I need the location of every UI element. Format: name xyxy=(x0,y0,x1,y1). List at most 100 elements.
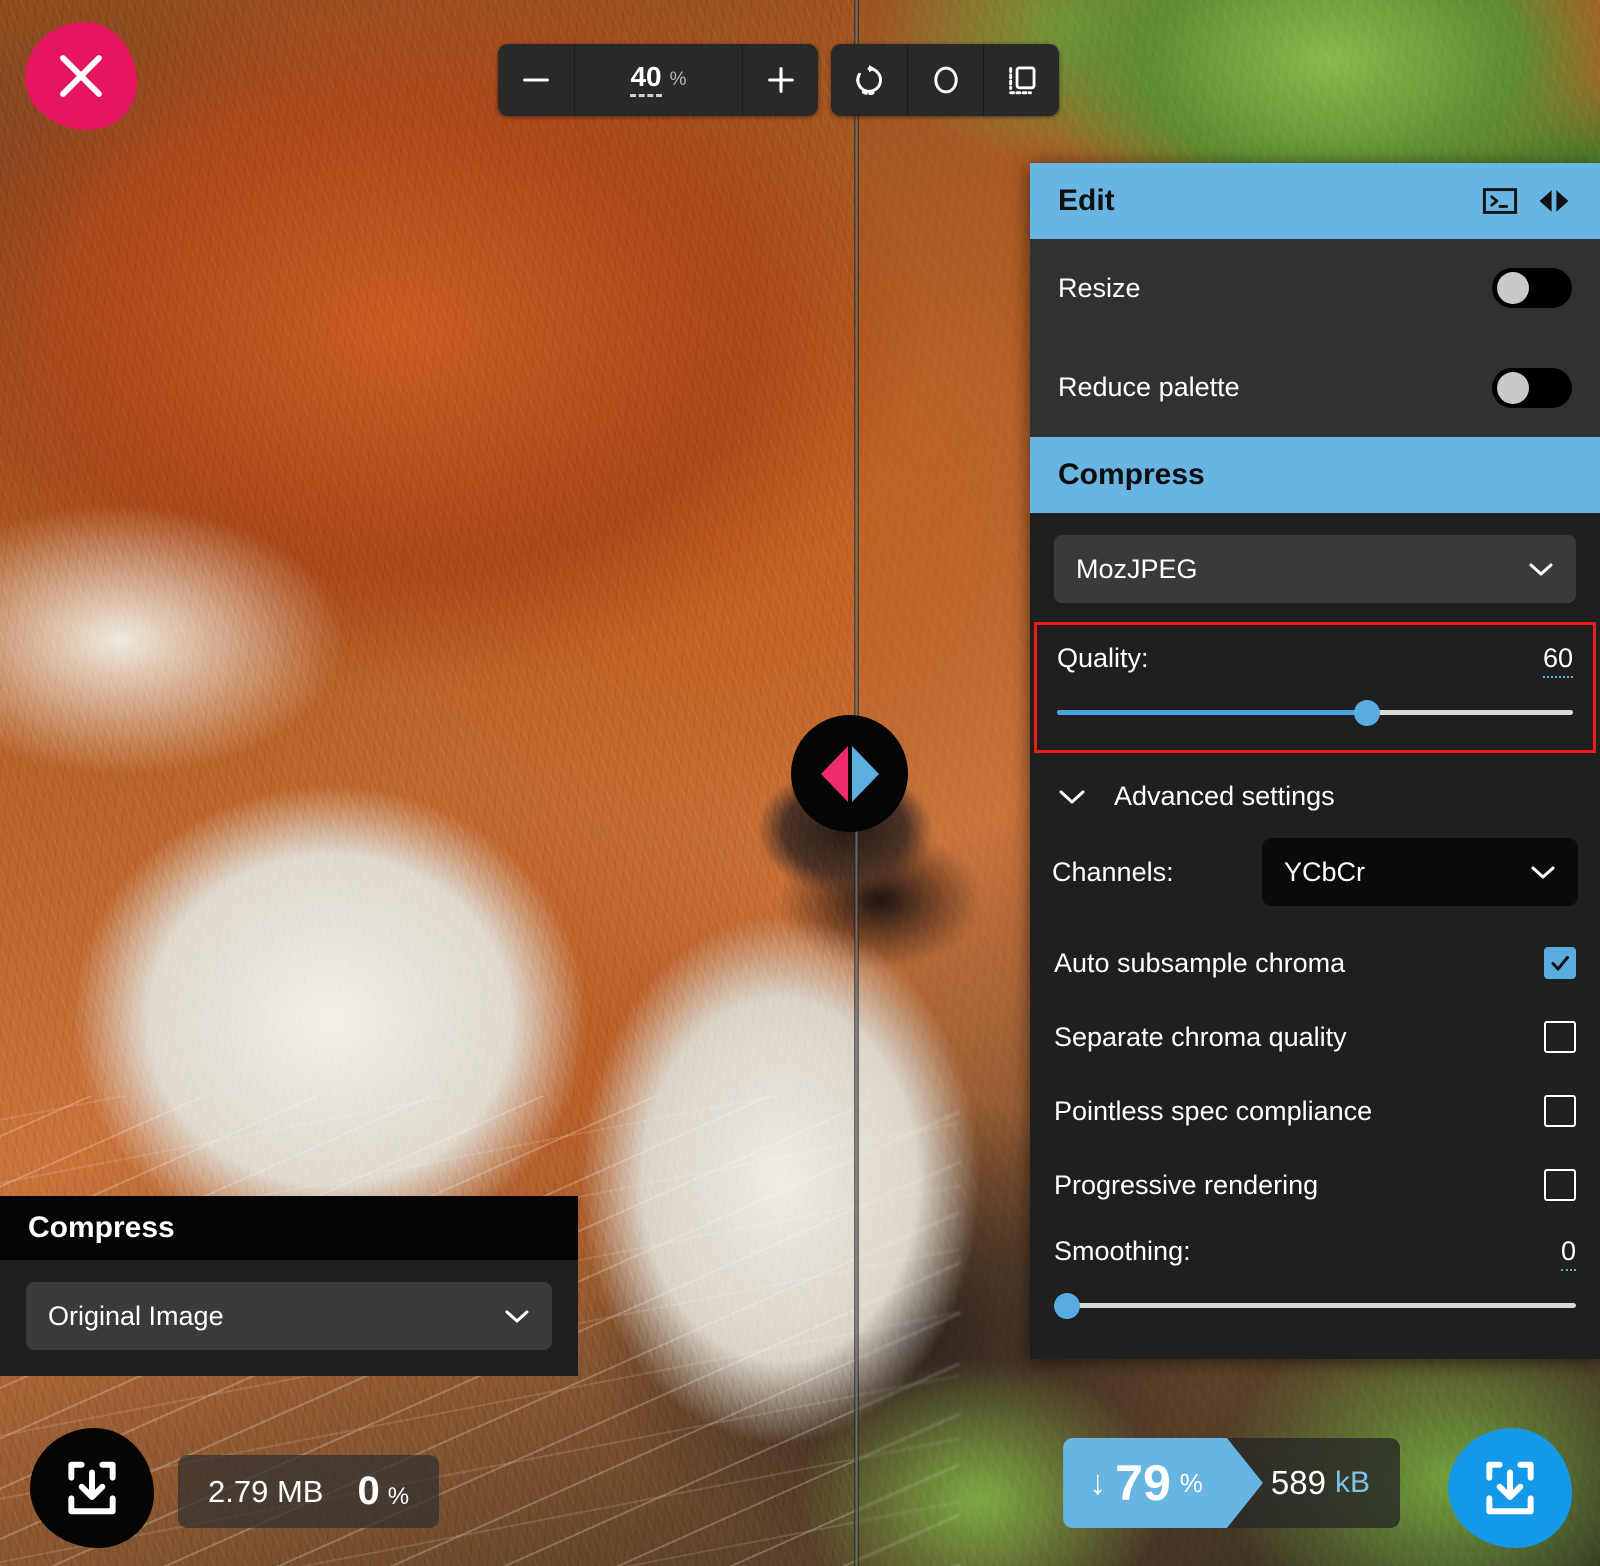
download-compressed-button[interactable] xyxy=(1448,1428,1572,1548)
rotate-button[interactable] xyxy=(831,44,907,116)
zoom-level-unit: % xyxy=(670,69,687,91)
auto-subsample-chroma-label: Auto subsample chroma xyxy=(1054,948,1345,979)
compression-savings-badge: ↓ 79 % xyxy=(1063,1438,1263,1528)
original-panel-header: Compress xyxy=(0,1196,578,1260)
duplicate-icon xyxy=(1005,63,1039,97)
squoosh-app: 40 % xyxy=(0,0,1600,1566)
collapse-panel-icon xyxy=(1536,185,1572,217)
compressed-size-unit: kB xyxy=(1335,1466,1370,1500)
reduce-palette-toggle[interactable] xyxy=(1492,368,1572,408)
smoothing-label: Smoothing: xyxy=(1054,1236,1191,1267)
compression-savings-value: 79 xyxy=(1115,1454,1171,1512)
separate-chroma-quality-row[interactable]: Separate chroma quality xyxy=(1030,1000,1600,1074)
download-original-button[interactable] xyxy=(30,1428,154,1548)
smoothing-value[interactable]: 0 xyxy=(1561,1236,1576,1271)
cli-button[interactable] xyxy=(1482,185,1518,217)
channels-select[interactable]: YCbCr xyxy=(1262,838,1578,906)
edit-panel-header-actions xyxy=(1482,185,1572,217)
bottom-status-bar: 2.79 MB 0 % ↓ 79 % 589 kB xyxy=(0,1406,1600,1566)
zoom-toolbar: 40 % xyxy=(498,44,1059,116)
original-panel-body: Original Image xyxy=(0,1260,578,1376)
toggle-compare-button[interactable] xyxy=(983,44,1059,116)
chevron-down-icon xyxy=(504,1308,530,1324)
zoom-controls-group: 40 % xyxy=(498,44,818,116)
progressive-rendering-row[interactable]: Progressive rendering xyxy=(1030,1148,1600,1222)
toggle-knob xyxy=(1497,372,1529,404)
smoothing-slider[interactable] xyxy=(1054,1293,1576,1319)
advanced-settings-label: Advanced settings xyxy=(1114,781,1335,812)
channels-row: Channels: YCbCr xyxy=(1030,826,1600,926)
codec-select-wrap: MozJPEG xyxy=(1030,513,1600,603)
quality-label-row: Quality: 60 xyxy=(1057,643,1573,678)
close-icon xyxy=(54,49,108,103)
resize-option-row[interactable]: Resize xyxy=(1030,239,1600,338)
split-left-arrow-icon xyxy=(821,746,848,802)
toggle-knob xyxy=(1497,272,1529,304)
quality-value[interactable]: 60 xyxy=(1543,643,1573,678)
channels-label: Channels: xyxy=(1052,857,1238,888)
quality-setting-highlighted: Quality: 60 xyxy=(1034,622,1596,753)
download-icon xyxy=(1479,1457,1541,1519)
channels-select-value: YCbCr xyxy=(1284,857,1365,888)
chevron-down-icon xyxy=(1058,788,1086,805)
close-button[interactable] xyxy=(25,22,137,130)
down-arrow-icon: ↓ xyxy=(1089,1464,1106,1503)
original-source-select[interactable]: Original Image xyxy=(26,1282,552,1350)
smoothing-label-row: Smoothing: 0 xyxy=(1054,1236,1576,1271)
original-file-size: 2.79 MB xyxy=(208,1474,323,1510)
pointless-spec-compliance-checkbox[interactable] xyxy=(1544,1095,1576,1127)
resize-label: Resize xyxy=(1058,273,1141,304)
quality-slider[interactable] xyxy=(1057,700,1573,726)
rotate-icon xyxy=(852,63,886,97)
auto-subsample-chroma-checkbox[interactable] xyxy=(1544,947,1576,979)
check-icon xyxy=(1548,951,1572,975)
quality-label: Quality: xyxy=(1057,643,1149,674)
original-image-panel: Compress Original Image xyxy=(0,1196,578,1376)
original-delta-value: 0 xyxy=(357,1469,379,1514)
zoom-level-value[interactable]: 40 % xyxy=(574,44,742,116)
progressive-rendering-label: Progressive rendering xyxy=(1054,1170,1318,1201)
plus-icon xyxy=(764,63,798,97)
codec-select-value: MozJPEG xyxy=(1076,554,1198,585)
reduce-palette-label: Reduce palette xyxy=(1058,372,1240,403)
smoothing-setting: Smoothing: 0 xyxy=(1030,1222,1600,1345)
edit-panel-header: Edit xyxy=(1030,163,1600,239)
pointless-spec-compliance-row[interactable]: Pointless spec compliance xyxy=(1030,1074,1600,1148)
terminal-icon xyxy=(1482,185,1518,217)
zoom-in-button[interactable] xyxy=(742,44,818,116)
original-delta-group: 0 % xyxy=(357,1469,409,1514)
smoothing-slider-thumb[interactable] xyxy=(1054,1293,1080,1319)
reduce-palette-option-row[interactable]: Reduce palette xyxy=(1030,338,1600,437)
smoothing-slider-track xyxy=(1054,1303,1576,1308)
progressive-rendering-checkbox[interactable] xyxy=(1544,1169,1576,1201)
original-stats: 2.79 MB 0 % xyxy=(178,1455,439,1528)
compressed-size-number: 589 xyxy=(1271,1464,1326,1502)
compression-savings-unit: % xyxy=(1180,1468,1203,1499)
compress-section-title: Compress xyxy=(1058,458,1572,492)
separate-chroma-quality-checkbox[interactable] xyxy=(1544,1021,1576,1053)
split-handle[interactable] xyxy=(791,715,908,832)
original-delta-unit: % xyxy=(388,1483,409,1511)
compress-section-body: MozJPEG Quality: 60 xyxy=(1030,513,1600,1359)
pointless-spec-compliance-label: Pointless spec compliance xyxy=(1054,1096,1372,1127)
original-panel-title: Compress xyxy=(28,1211,175,1245)
original-source-value: Original Image xyxy=(48,1301,224,1332)
auto-subsample-chroma-row[interactable]: Auto subsample chroma xyxy=(1030,926,1600,1000)
codec-select[interactable]: MozJPEG xyxy=(1054,535,1576,603)
zoom-out-button[interactable] xyxy=(498,44,574,116)
quality-slider-thumb[interactable] xyxy=(1354,700,1380,726)
background-toggle-button[interactable] xyxy=(907,44,983,116)
quality-slider-fill xyxy=(1057,710,1367,715)
resize-toggle[interactable] xyxy=(1492,268,1572,308)
collapse-panel-button[interactable] xyxy=(1536,185,1572,217)
edit-panel-title: Edit xyxy=(1058,184,1482,218)
compress-section-header: Compress xyxy=(1030,437,1600,513)
split-right-arrow-icon xyxy=(852,746,879,802)
compressed-stats: ↓ 79 % 589 kB xyxy=(1063,1438,1400,1528)
edit-panel: Edit Resize xyxy=(1030,163,1600,1359)
chevron-down-icon xyxy=(1528,561,1554,577)
advanced-settings-toggle[interactable]: Advanced settings xyxy=(1030,753,1600,826)
circle-icon xyxy=(929,63,963,97)
chevron-down-icon xyxy=(1530,864,1556,880)
view-controls-group xyxy=(831,44,1059,116)
